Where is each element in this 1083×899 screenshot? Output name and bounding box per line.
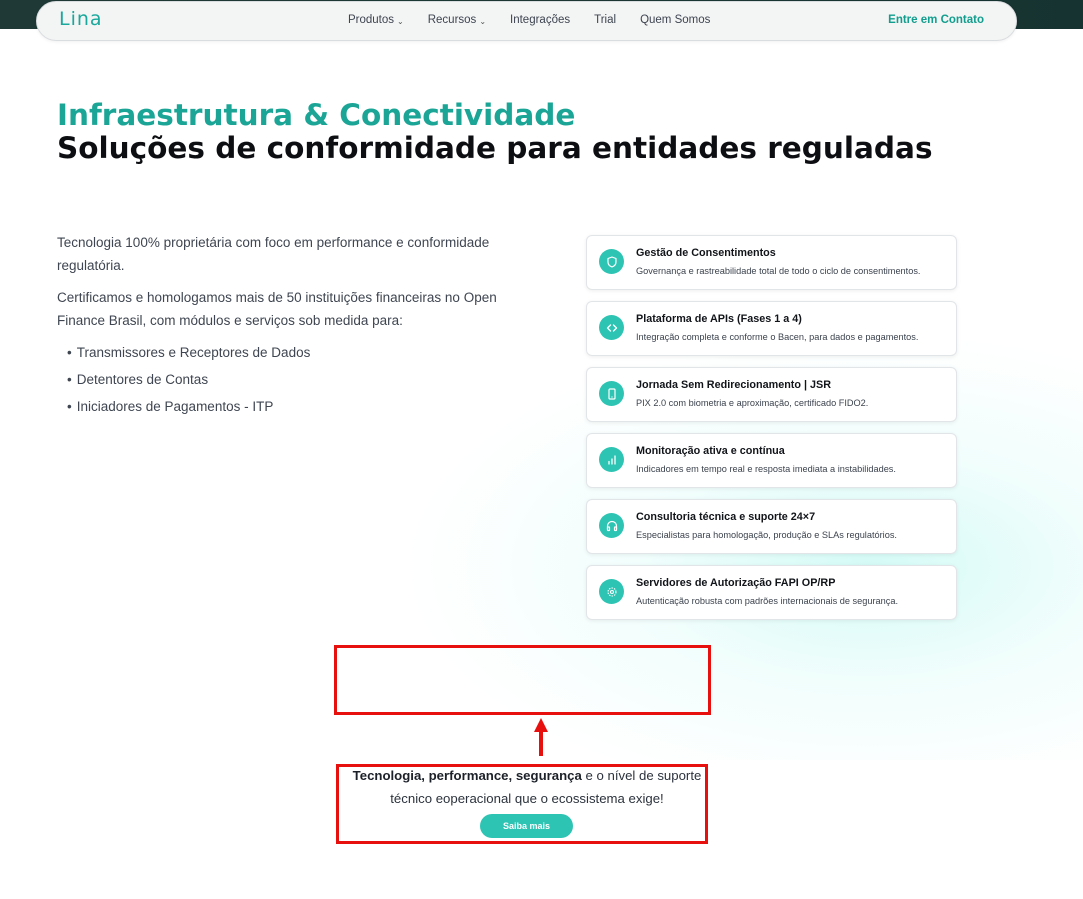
feature-card-fapi: Servidores de Autorização FAPI OP/RP Aut… (586, 565, 957, 620)
logo[interactable]: Lina (59, 8, 103, 30)
nav-link-integracoes[interactable]: Integrações (510, 14, 570, 26)
cta-bold-seguranca: segurança (515, 768, 582, 783)
cta-bold-performance: performance (428, 768, 509, 783)
card-desc: Governança e rastreabilidade total de to… (636, 266, 921, 276)
bullet-item: Detentores de Contas (57, 368, 497, 391)
annotation-empty-box (334, 645, 711, 715)
annotation-arrow-shaft (539, 728, 543, 756)
bar-chart-icon (599, 447, 624, 472)
card-title: Consultoria técnica e suporte 24×7 (636, 511, 816, 523)
gear-icon (599, 579, 624, 604)
intro-paragraph-2: Certificamos e homologamos mais de 50 in… (57, 290, 497, 328)
card-desc: Indicadores em tempo real e resposta ime… (636, 464, 896, 474)
chevron-down-icon: ⌄ (397, 16, 404, 26)
bullet-item: Iniciadores de Pagamentos - ITP (57, 395, 497, 418)
headphones-icon (599, 513, 624, 538)
card-title: Monitoração ativa e contínua (636, 445, 785, 457)
nav-link-produtos[interactable]: Produtos ⌄ (348, 14, 404, 26)
card-title: Plataforma de APIs (Fases 1 a 4) (636, 313, 802, 325)
hero-title-teal: Infraestrutura & Conectividade (57, 98, 576, 132)
nav-link-label: Recursos (427, 14, 477, 26)
chevron-down-icon: ⌄ (479, 16, 487, 26)
cta-bold-tecnologia: Tecnologia (352, 768, 422, 783)
nav-link-recursos[interactable]: Recursos ⌄ (428, 14, 486, 26)
contact-link[interactable]: Entre em Contato (888, 14, 984, 26)
nav-link-label: Quem Somos (640, 14, 711, 26)
smartphone-icon (599, 381, 624, 406)
shield-icon (599, 249, 624, 274)
feature-card-monitoracao: Monitoração ativa e contínua Indicadores… (586, 433, 957, 488)
feature-card-jsr: Jornada Sem Redirecionamento | JSR PIX 2… (586, 367, 957, 422)
card-desc: Autenticação robusta com padrões interna… (636, 596, 899, 606)
bullet-item: Transmissores e Receptores de Dados (57, 341, 497, 364)
intro-text: Tecnologia 100% proprietária com foco em… (57, 231, 497, 422)
card-desc: Especialistas para homologação, produção… (636, 530, 897, 540)
card-title: Gestão de Consentimentos (636, 247, 776, 259)
cta-separator: , (508, 768, 516, 783)
code-icon (599, 315, 624, 340)
feature-card-apis: Plataforma de APIs (Fases 1 a 4) Integra… (586, 301, 957, 356)
card-desc: PIX 2.0 com biometria e aproximação, cer… (636, 398, 869, 408)
navbar: Lina Produtos ⌄ Recursos ⌄ Integrações T… (36, 1, 1017, 41)
card-desc: Integração completa e conforme o Bacen, … (636, 332, 919, 342)
saiba-mais-button[interactable]: Saiba mais (480, 814, 573, 838)
feature-cards: Gestão de Consentimentos Governança e ra… (586, 235, 957, 631)
nav-link-label: Produtos (348, 14, 395, 26)
hero-title-dark: Soluções de conformidade para entidades … (57, 131, 933, 165)
cta-text: Tecnologia, performance, segurança e o n… (346, 765, 708, 810)
cta-separator: , (421, 768, 429, 783)
nav-link-trial[interactable]: Trial (594, 14, 616, 26)
nav-link-quem-somos[interactable]: Quem Somos (640, 14, 710, 26)
intro-paragraph-1: Tecnologia 100% proprietária com foco em… (57, 235, 490, 273)
nav-link-label: Trial (594, 14, 617, 26)
feature-card-suporte: Consultoria técnica e suporte 24×7 Espec… (586, 499, 957, 554)
intro-bullet-list: Transmissores e Receptores de Dados Dete… (57, 341, 497, 418)
nav-link-label: Integrações (510, 14, 571, 26)
card-title: Jornada Sem Redirecionamento | JSR (636, 379, 832, 391)
feature-card-consentimentos: Gestão de Consentimentos Governança e ra… (586, 235, 957, 290)
nav-links: Produtos ⌄ Recursos ⌄ Integrações Trial … (348, 14, 734, 26)
card-title: Servidores de Autorização FAPI OP/RP (636, 577, 836, 589)
